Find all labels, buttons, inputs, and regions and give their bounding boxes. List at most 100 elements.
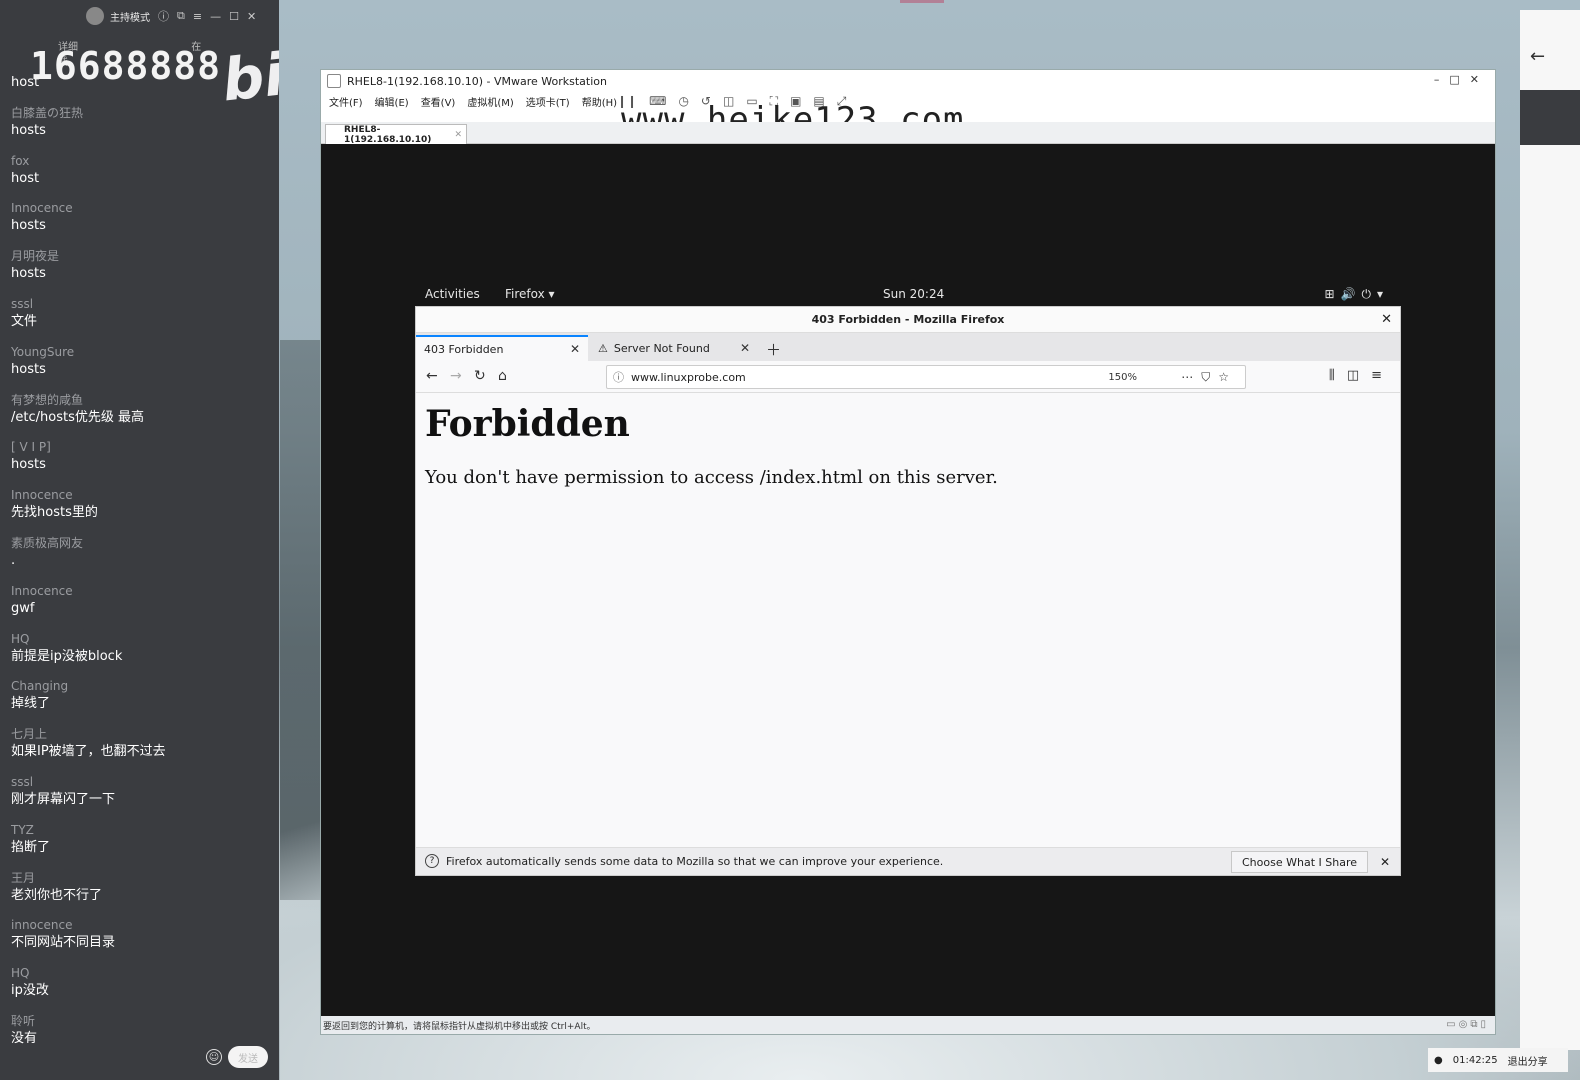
right-side-window: ← (1520, 10, 1580, 1050)
info-icon[interactable]: ⓘ (158, 8, 169, 24)
chat-username[interactable]: fox (11, 154, 271, 171)
chat-username[interactable]: 有梦想的咸鱼 (11, 393, 271, 410)
chat-username[interactable]: 聆听 (11, 1014, 271, 1031)
chat-titlebar: 主持模式 ⓘ ⧉ ≡ — ☐ ✕ (0, 0, 279, 32)
send-button[interactable]: 发送 (228, 1046, 268, 1068)
chat-username[interactable]: HQ (11, 966, 271, 983)
vmware-logo-icon (327, 74, 341, 88)
menu-edit[interactable]: 编辑(E) (375, 94, 409, 114)
chat-username[interactable]: 王月 (11, 871, 271, 888)
page-action-icons[interactable]: ⋯⛉☆ (1181, 370, 1237, 385)
chat-message-list[interactable]: host 白膝盖の狂热 hosts fox host Innocence hosts 月明夜是… (11, 58, 271, 1062)
vmware-status-text: 要返回到您的计算机，请将鼠标指针从虚拟机中移出或按 Ctrl+Alt。 (323, 1021, 596, 1032)
notice-close-icon[interactable]: ✕ (1380, 855, 1390, 869)
chat-input-bar: ☺ 发送 (0, 1040, 279, 1080)
popout-icon[interactable]: ⧉ (177, 9, 185, 23)
gnome-clock[interactable]: Sun 20:24 (883, 287, 944, 301)
vm-screen[interactable]: Activities Firefox ▾ Sun 20:24 ⊞🔊⏻▾ 403 … (321, 144, 1495, 1018)
zoom-level[interactable]: 150% (1108, 372, 1137, 383)
minimize-icon[interactable]: — (210, 10, 221, 23)
chat-username[interactable]: Innocence (11, 488, 271, 505)
chat-message: HQ ip没改 (11, 966, 271, 1014)
chat-message: Innocence hosts (11, 201, 271, 249)
close-icon[interactable]: ✕ (247, 10, 256, 23)
chat-message: 素质极高网友. (11, 536, 271, 584)
chat-message: innocence 不同网站不同目录 (11, 918, 271, 966)
chat-text: hosts (11, 218, 46, 234)
chat-username[interactable]: YoungSure (11, 345, 271, 362)
overlay-number: 16688888 (30, 44, 222, 88)
notice-text: Firefox automatically sends some data to… (446, 855, 944, 868)
chat-username[interactable]: HQ (11, 632, 271, 649)
menu-file[interactable]: 文件(F) (329, 94, 363, 114)
chat-message: [ V I P] hosts (11, 440, 271, 488)
host-avatar[interactable] (86, 7, 104, 25)
chat-text: 先找hosts里的 (11, 505, 98, 521)
chat-text: 不同网站不同目录 (11, 935, 116, 951)
activities-button[interactable]: Activities (425, 287, 480, 301)
tab-label: 403 Forbidden (424, 342, 504, 356)
chat-text: 老刘你也不行了 (11, 887, 103, 903)
chat-text: 文件 (11, 313, 38, 329)
chat-message: 有梦想的咸鱼/etc/hosts优先级 最高 (11, 393, 271, 441)
firefox-titlebar: 403 Forbidden - Mozilla Firefox ✕ (416, 307, 1400, 333)
firefox-close-icon[interactable]: ✕ (1381, 312, 1392, 327)
back-icon[interactable]: ← (426, 368, 438, 384)
menu-view[interactable]: 查看(V) (421, 94, 456, 114)
share-taskbar: ● 01:42:25 退出分享 (1428, 1048, 1568, 1072)
chat-message: Innocence gwf (11, 584, 271, 632)
vmware-tabbar: RHEL8-1(192.168.10.10) ✕ (321, 122, 1495, 145)
choose-what-i-share-button[interactable]: Choose What I Share (1231, 851, 1368, 873)
tab-close-icon[interactable]: ✕ (570, 342, 580, 356)
emoji-icon[interactable]: ☺ (206, 1049, 222, 1065)
chat-username[interactable]: 月明夜是 (11, 249, 271, 266)
tab-rhel8-1[interactable]: RHEL8-1(192.168.10.10) ✕ (325, 124, 467, 145)
chat-text: hosts (11, 361, 46, 377)
menu-tabs[interactable]: 选项卡(T) (526, 94, 570, 114)
back-arrow-icon[interactable]: ← (1530, 46, 1545, 67)
library-sidebar-menu-icons[interactable]: ⫼◫≡ (1329, 368, 1394, 383)
menu-icon[interactable]: ≡ (193, 10, 202, 23)
chat-username[interactable]: sssl (11, 775, 271, 792)
firefox-app-menu[interactable]: Firefox ▾ (505, 287, 555, 301)
exit-share-button[interactable]: 退出分享 (1508, 1053, 1548, 1068)
chat-username[interactable]: 七月上 (11, 727, 271, 744)
firefox-navbar: ← → ↻ ⌂ ⓘ www.linuxprobe.com 150% ⋯⛉☆ ⫼◫… (416, 361, 1400, 393)
chat-username[interactable]: Innocence (11, 201, 271, 218)
vmware-window-controls[interactable]: –□✕ (1434, 73, 1489, 86)
page-content: Forbidden You don't have permission to a… (416, 393, 1400, 849)
chat-username[interactable]: sssl (11, 297, 271, 314)
page-heading: Forbidden (425, 403, 630, 445)
chat-message: 月明夜是 hosts (11, 249, 271, 297)
tab-server-not-found[interactable]: ⚠ Server Not Found ✕ (590, 335, 758, 361)
chat-username[interactable]: TYZ (11, 823, 271, 840)
site-info-icon[interactable]: ⓘ (613, 369, 624, 385)
menu-vm[interactable]: 虚拟机(M) (467, 94, 513, 114)
home-icon[interactable]: ⌂ (498, 368, 507, 384)
chat-text: 掉线了 (11, 696, 51, 712)
gnome-top-bar: Activities Firefox ▾ Sun 20:24 ⊞🔊⏻▾ (415, 284, 1401, 306)
chat-username[interactable]: Changing (11, 679, 271, 696)
tab-close-icon[interactable]: ✕ (454, 130, 462, 140)
chat-username[interactable]: 素质极高网友 (11, 536, 271, 553)
chat-text: /etc/hosts优先级 最高 (11, 409, 144, 425)
device-status-icons[interactable]: ▭◎⧉▯ (1446, 1019, 1489, 1030)
maximize-icon[interactable]: ☐ (229, 10, 239, 23)
system-status-icons[interactable]: ⊞🔊⏻▾ (1324, 287, 1389, 302)
forward-icon[interactable]: → (450, 368, 462, 384)
menu-help[interactable]: 帮助(H) (582, 94, 617, 114)
chat-message: YoungSure hosts (11, 345, 271, 393)
chat-text: hosts (11, 457, 46, 473)
chat-username[interactable]: innocence (11, 918, 271, 935)
chat-text: 前提是ip没被block (11, 648, 123, 664)
chat-text: ip没改 (11, 983, 49, 999)
firefox-window: 403 Forbidden - Mozilla Firefox ✕ 403 Fo… (415, 306, 1401, 876)
host-mode-label: 主持模式 (110, 12, 150, 24)
chat-username[interactable]: [ V I P] (11, 440, 271, 457)
reload-icon[interactable]: ↻ (474, 368, 486, 384)
url-bar[interactable]: ⓘ www.linuxprobe.com 150% ⋯⛉☆ (606, 365, 1246, 389)
chat-username[interactable]: Innocence (11, 584, 271, 601)
tab-close-icon[interactable]: ✕ (740, 341, 750, 355)
tab-403-forbidden[interactable]: 403 Forbidden ✕ (416, 335, 588, 361)
new-tab-icon[interactable]: ＋ (766, 339, 781, 360)
